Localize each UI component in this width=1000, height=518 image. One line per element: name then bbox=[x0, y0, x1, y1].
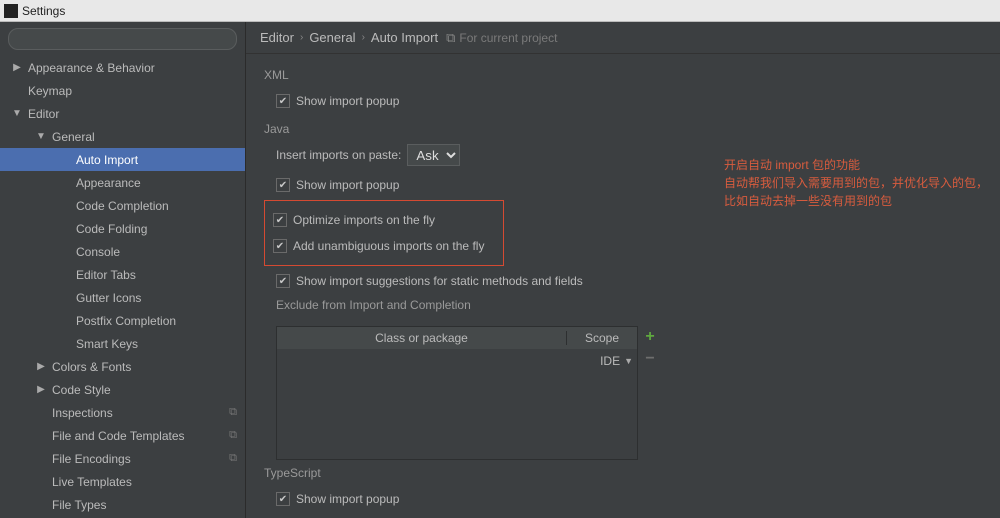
project-scope-icon: ⧉ bbox=[229, 429, 237, 442]
tree-item-file-and-code-templates[interactable]: ▶File and Code Templates⧉ bbox=[0, 424, 245, 447]
tree-item-editor[interactable]: ▼ Editor bbox=[0, 102, 245, 125]
exclude-label: Exclude from Import and Completion bbox=[276, 298, 982, 312]
exclude-table: Class or package Scope IDE ▼ bbox=[276, 326, 638, 460]
chevron-down-icon[interactable]: ▼ bbox=[34, 131, 48, 142]
tree-item-label: Keymap bbox=[28, 84, 72, 98]
static-suggestions-label: Show import suggestions for static metho… bbox=[296, 274, 583, 288]
java-show-popup-label: Show import popup bbox=[296, 178, 399, 192]
chevron-right-icon[interactable]: ▶ bbox=[10, 62, 24, 73]
settings-main: Editor › General › Auto Import ⧉ For cur… bbox=[246, 22, 1000, 518]
project-scope-icon: ⧉ bbox=[229, 406, 237, 419]
tree-item-label: Code Style bbox=[52, 383, 111, 397]
tree-item-label: Inspections bbox=[52, 406, 113, 420]
tree-item-inspections[interactable]: ▶Inspections⧉ bbox=[0, 401, 245, 424]
tree-item-auto-import[interactable]: ▶Auto Import bbox=[0, 148, 245, 171]
unambiguous-imports-checkbox[interactable] bbox=[273, 239, 287, 253]
exclude-col-class[interactable]: Class or package bbox=[277, 331, 567, 345]
paste-select[interactable]: Ask bbox=[407, 144, 460, 166]
window-titlebar: Settings bbox=[0, 0, 1000, 22]
tree-item-code-completion[interactable]: ▶Code Completion bbox=[0, 194, 245, 217]
exclude-remove-button[interactable]: − bbox=[640, 348, 660, 370]
exclude-col-scope[interactable]: Scope bbox=[567, 331, 637, 345]
chevron-right-icon[interactable]: ▶ bbox=[34, 361, 48, 372]
breadcrumb-part: Auto Import bbox=[371, 30, 438, 45]
paste-label: Insert imports on paste: bbox=[276, 148, 401, 162]
chevron-right-icon[interactable]: ▶ bbox=[34, 384, 48, 395]
tree-item-label: Code Completion bbox=[76, 199, 169, 213]
exclude-row-scope: IDE bbox=[600, 354, 620, 368]
tree-item-label: Auto Import bbox=[76, 153, 138, 167]
tree-item-colors-fonts[interactable]: ▶ Colors & Fonts bbox=[0, 355, 245, 378]
tree-item-label: Smart Keys bbox=[76, 337, 138, 351]
tree-item-file-types[interactable]: ▶File Types bbox=[0, 493, 245, 516]
tree-item-appearance-behavior[interactable]: ▶ Appearance & Behavior bbox=[0, 56, 245, 79]
tree-item-live-templates[interactable]: ▶Live Templates bbox=[0, 470, 245, 493]
tree-item-editor-tabs[interactable]: ▶Editor Tabs bbox=[0, 263, 245, 286]
ts-show-popup-label: Show import popup bbox=[296, 492, 399, 506]
tree-item-label: Live Templates bbox=[52, 475, 132, 489]
chevron-right-icon: › bbox=[362, 32, 365, 43]
chevron-right-icon: › bbox=[300, 32, 303, 43]
tree-item-appearance[interactable]: ▶Appearance bbox=[0, 171, 245, 194]
tree-item-gutter-icons[interactable]: ▶Gutter Icons bbox=[0, 286, 245, 309]
tree-item-file-encodings[interactable]: ▶File Encodings⧉ bbox=[0, 447, 245, 470]
unambiguous-imports-label: Add unambiguous imports on the fly bbox=[293, 239, 484, 253]
tree-item-label: General bbox=[52, 130, 95, 144]
tree-item-label: Gutter Icons bbox=[76, 291, 141, 305]
tree-item-postfix-completion[interactable]: ▶Postfix Completion bbox=[0, 309, 245, 332]
exclude-row[interactable]: IDE ▼ bbox=[277, 349, 637, 373]
tree-item-label: Code Folding bbox=[76, 222, 147, 236]
tree-item-label: Postfix Completion bbox=[76, 314, 176, 328]
tree-item-label: Appearance bbox=[76, 176, 141, 190]
tree-item-general[interactable]: ▼ General bbox=[0, 125, 245, 148]
tree-item-label: Console bbox=[76, 245, 120, 259]
project-scope-icon: ⧉ bbox=[446, 30, 455, 46]
search-input[interactable] bbox=[8, 28, 237, 50]
xml-show-popup-label: Show import popup bbox=[296, 94, 399, 108]
static-suggestions-checkbox[interactable] bbox=[276, 274, 290, 288]
tree-item-label: Editor bbox=[28, 107, 59, 121]
optimize-imports-checkbox[interactable] bbox=[273, 213, 287, 227]
breadcrumb-part[interactable]: General bbox=[309, 30, 355, 45]
tree-item-code-folding[interactable]: ▶Code Folding bbox=[0, 217, 245, 240]
tree-item-label: File Encodings bbox=[52, 452, 131, 466]
breadcrumb: Editor › General › Auto Import ⧉ For cur… bbox=[246, 22, 1000, 54]
group-xml: XML bbox=[264, 68, 982, 82]
xml-show-popup-checkbox[interactable] bbox=[276, 94, 290, 108]
tree-item-smart-keys[interactable]: ▶Smart Keys bbox=[0, 332, 245, 355]
tree-item-label: File Types bbox=[52, 498, 106, 512]
highlight-box: Optimize imports on the fly Add unambigu… bbox=[264, 200, 504, 266]
java-show-popup-checkbox[interactable] bbox=[276, 178, 290, 192]
tree-item-keymap[interactable]: ▶Keymap bbox=[0, 79, 245, 102]
group-typescript: TypeScript bbox=[264, 466, 982, 480]
project-scope-icon: ⧉ bbox=[229, 452, 237, 465]
app-icon bbox=[4, 4, 18, 18]
exclude-add-button[interactable]: + bbox=[640, 326, 660, 348]
group-java: Java bbox=[264, 122, 982, 136]
ts-show-popup-checkbox[interactable] bbox=[276, 492, 290, 506]
window-title: Settings bbox=[22, 4, 65, 18]
chevron-down-icon[interactable]: ▼ bbox=[624, 356, 633, 366]
chevron-down-icon[interactable]: ▼ bbox=[10, 108, 24, 119]
tree-item-label: File and Code Templates bbox=[52, 429, 185, 443]
tree-item-label: Editor Tabs bbox=[76, 268, 136, 282]
breadcrumb-part[interactable]: Editor bbox=[260, 30, 294, 45]
project-scope-label: For current project bbox=[459, 31, 557, 45]
optimize-imports-label: Optimize imports on the fly bbox=[293, 213, 435, 227]
tree-item-code-style[interactable]: ▶ Code Style bbox=[0, 378, 245, 401]
tree-item-label: Colors & Fonts bbox=[52, 360, 131, 374]
tree-item-label: Appearance & Behavior bbox=[28, 61, 155, 75]
settings-sidebar: ⌕ ▶Appearance & Behavior▶Keymap▼Editor▼G… bbox=[0, 22, 246, 518]
settings-tree: ▶Appearance & Behavior▶Keymap▼Editor▼Gen… bbox=[0, 54, 245, 518]
tree-item-console[interactable]: ▶Console bbox=[0, 240, 245, 263]
